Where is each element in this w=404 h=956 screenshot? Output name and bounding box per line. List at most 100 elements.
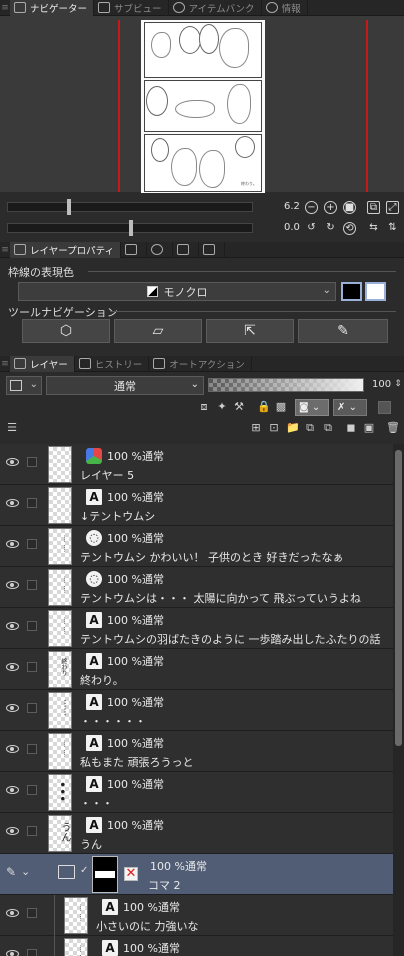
tab-history[interactable]: ヒストリー [75, 355, 150, 372]
white-swatch[interactable] [365, 282, 386, 301]
layer-checkbox[interactable] [27, 785, 37, 795]
layer-checkbox[interactable] [27, 908, 37, 918]
new-folder-icon[interactable]: 📁 [286, 422, 300, 434]
tab-tool-property[interactable] [121, 241, 148, 258]
lock-transparency-icon[interactable]: ▩ [275, 401, 287, 413]
layer-checkbox[interactable] [27, 457, 37, 467]
flip-vertical-icon[interactable]: ⇅ [386, 222, 399, 235]
tab-navigator[interactable]: ナビゲーター [10, 0, 95, 16]
layer-row-frame-folder[interactable]: ✎ ⌄ ✓ ✕ 100 %通常 コマ 2 [0, 854, 393, 895]
eye-icon[interactable] [6, 827, 19, 835]
layer-row[interactable]: ···· ···· A 100 %通常 小さいのに 力強いな [0, 895, 393, 936]
reference-icon[interactable]: ✦ [216, 401, 228, 413]
mask-enable-toggle[interactable]: ◙ ⌄ [295, 399, 329, 416]
layer-row[interactable]: ······ A 100 %通常 ・・・・・・ [0, 690, 393, 731]
layer-row[interactable]: ••• A 100 %通常 ・・・ [0, 772, 393, 813]
panel-grip-icon[interactable]: ≡ [0, 0, 10, 16]
layer-name[interactable]: 小さいのに 力強いな [96, 918, 199, 934]
blend-mode-select[interactable]: 通常 ⌄ [46, 376, 204, 395]
layer-list-mode-icon[interactable]: ☰ [6, 422, 18, 434]
create-mask-icon[interactable]: ◼ [345, 422, 357, 434]
eye-icon[interactable] [6, 622, 19, 630]
trash-icon[interactable]: 🗑 [386, 422, 400, 434]
panel-grip-icon[interactable]: ≡ [0, 242, 10, 258]
fit-view-icon[interactable]: ⧉ [367, 201, 380, 214]
layer-checkbox[interactable] [27, 580, 37, 590]
new-vector-layer-icon[interactable]: ⊡ [268, 422, 280, 434]
tab-auto-action[interactable]: オートアクション [149, 355, 252, 372]
reset-rotation-icon[interactable]: ⟲ [343, 222, 356, 235]
tab-item-bank[interactable]: アイテムバンク [169, 0, 262, 16]
opacity-slider[interactable] [208, 378, 364, 392]
scrollbar-thumb[interactable] [395, 450, 402, 746]
layer-row[interactable]: 終わり A 100 %通常 終わり。 [0, 649, 393, 690]
zoom-in-icon[interactable]: + [324, 201, 337, 214]
eye-icon[interactable] [6, 704, 19, 712]
layer-row[interactable]: ···· ···· ◌ 100 %通常 テントウムシは・・・ 太陽に向かって 飛… [0, 567, 393, 608]
layer-name[interactable]: テントウムシ かわいい！ 子供のとき 好きだったなぁ [80, 549, 344, 565]
tab-subview[interactable]: サブビュー [94, 0, 169, 16]
black-swatch[interactable] [341, 282, 362, 301]
apply-mask-icon[interactable]: ▣ [363, 422, 375, 434]
layer-name[interactable]: 私もまた 頑張ろうっと [80, 754, 194, 770]
tab-layer[interactable]: レイヤー [10, 355, 75, 372]
layer-list-scrollbar[interactable] [393, 444, 404, 956]
layer-name[interactable]: レイヤー 5 [80, 467, 134, 483]
eye-icon[interactable] [6, 499, 19, 507]
layer-checkbox[interactable] [27, 744, 37, 754]
rotation-slider-knob[interactable] [129, 220, 133, 236]
palette-color-icon[interactable] [378, 401, 391, 414]
eye-icon[interactable] [6, 909, 19, 917]
tool-nav-pen-button[interactable]: ✎ [298, 319, 388, 343]
mask-disabled-icon[interactable]: ✕ [124, 867, 138, 881]
layer-checkbox[interactable] [27, 498, 37, 508]
layer-name[interactable]: ・・・・・・ [80, 713, 146, 729]
transfer-down-icon[interactable]: ⧉ [304, 422, 316, 434]
draft-icon[interactable]: ⚒ [233, 401, 245, 413]
layer-color-select[interactable]: ⌄ [6, 376, 42, 395]
ruler-range-toggle[interactable]: ✗ ⌄ [333, 399, 367, 416]
eye-icon[interactable] [6, 950, 19, 956]
layer-row[interactable]: A 100 %通常 ↓テントウムシ [0, 485, 393, 526]
rotate-left-icon[interactable]: ↺ [305, 222, 318, 235]
layer-name[interactable]: テントウムシは・・・ 太陽に向かって 飛ぶっていうよね [80, 590, 361, 606]
expand-chevron-icon[interactable]: ⌄ [21, 866, 31, 877]
stop-icon[interactable]: ■ [343, 201, 356, 214]
clip-icon[interactable]: ⧈ [198, 401, 210, 413]
eye-icon[interactable] [6, 745, 19, 753]
layer-checkbox[interactable] [27, 621, 37, 631]
layer-checkbox[interactable] [27, 949, 37, 956]
tab-info[interactable]: 情報 [262, 0, 308, 16]
tool-nav-object-button[interactable]: ⬡ [22, 319, 110, 343]
eye-icon[interactable] [6, 540, 19, 548]
navigator-preview[interactable]: 終わり。 [0, 16, 404, 194]
layer-row[interactable]: ···· ···· A 100 %通常 テントウムシの羽ばたきのように 一歩踏み… [0, 608, 393, 649]
eye-icon[interactable] [6, 663, 19, 671]
layer-name[interactable]: ・・・ [80, 795, 113, 811]
tool-nav-warp-button[interactable]: ▱ [114, 319, 202, 343]
layer-checkbox[interactable] [27, 539, 37, 549]
rotation-slider[interactable] [7, 220, 253, 236]
layer-name[interactable]: 終わり。 [80, 672, 124, 688]
border-color-select[interactable]: モノクロ ⌄ [18, 282, 336, 301]
lock-icon[interactable]: 🔒 [257, 401, 271, 413]
tool-nav-select-button[interactable]: ⇱ [206, 319, 294, 343]
tab-layer-property[interactable]: レイヤープロパティ [10, 241, 122, 258]
tab-brush-size[interactable] [147, 241, 174, 258]
rotate-right-icon[interactable]: ↻ [324, 222, 337, 235]
fullscreen-icon[interactable]: ⤢ [386, 201, 399, 214]
tab-color[interactable] [199, 241, 226, 258]
zoom-slider-knob[interactable] [67, 199, 71, 215]
layer-row[interactable]: ···· ···· A 100 %通常 私もまた 頑張ろうっと [0, 731, 393, 772]
merge-down-icon[interactable]: ⧉ [322, 422, 334, 434]
layer-row[interactable]: ···· ···· A 100 %通常 [0, 936, 393, 956]
eye-icon[interactable] [6, 786, 19, 794]
layer-row[interactable]: 100 %通常 レイヤー 5 [0, 444, 393, 485]
layer-row[interactable]: うん A 100 %通常 うん [0, 813, 393, 854]
layer-name[interactable]: うん [80, 836, 102, 852]
zoom-out-icon[interactable]: − [305, 201, 318, 214]
zoom-slider[interactable] [7, 199, 253, 215]
layer-checkbox[interactable] [27, 826, 37, 836]
eye-icon[interactable] [6, 581, 19, 589]
layer-name[interactable]: テントウムシの羽ばたきのように 一歩踏み出したふたりの話 [80, 631, 381, 647]
